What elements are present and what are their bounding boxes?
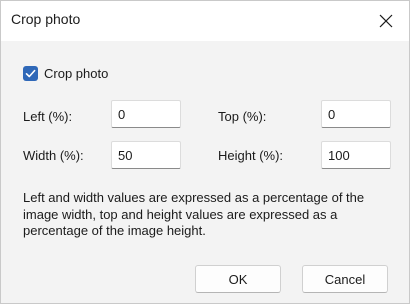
top-input[interactable]: [321, 100, 391, 128]
crop-photo-checkbox-label: Crop photo: [44, 66, 109, 81]
ok-button[interactable]: OK: [195, 265, 281, 293]
crop-photo-dialog: Crop photo Crop photo Left (%): Top (%):…: [0, 0, 410, 304]
dialog-title: Crop photo: [11, 11, 81, 27]
width-label: Width (%):: [23, 148, 84, 163]
title-bar: Crop photo: [1, 1, 409, 41]
height-input[interactable]: [321, 141, 391, 169]
crop-photo-checkbox[interactable]: [23, 66, 38, 81]
cancel-button[interactable]: Cancel: [302, 265, 388, 293]
info-text: Left and width values are expressed as a…: [23, 190, 365, 238]
close-button[interactable]: [363, 1, 409, 41]
checkmark-icon: [25, 69, 36, 78]
height-label: Height (%):: [218, 148, 284, 163]
top-label: Top (%):: [218, 109, 267, 124]
crop-photo-checkbox-row[interactable]: Crop photo: [23, 66, 108, 81]
left-input[interactable]: [111, 100, 181, 128]
close-icon: [379, 14, 393, 28]
width-input[interactable]: [111, 141, 181, 169]
left-label: Left (%):: [23, 109, 73, 124]
